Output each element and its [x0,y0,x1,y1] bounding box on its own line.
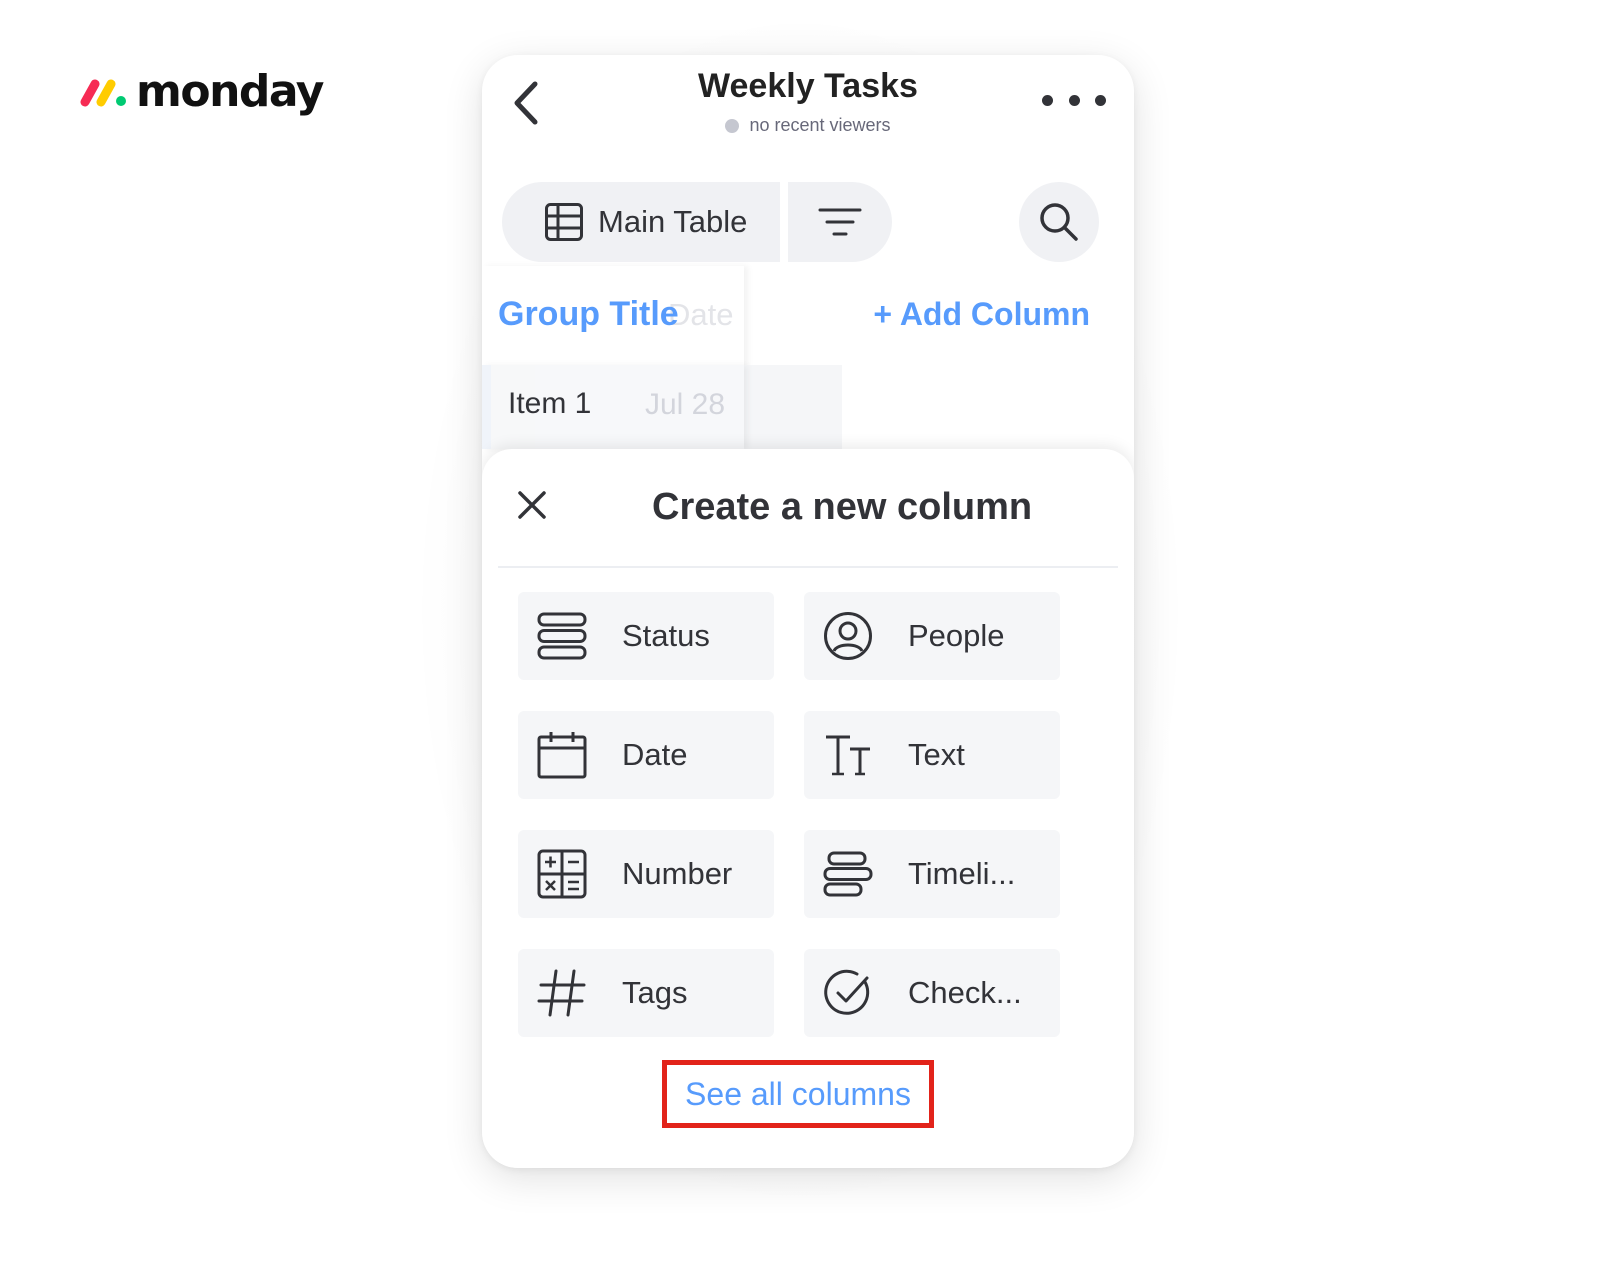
sheet-title: Create a new column [652,486,1033,528]
view-label: Main Table [598,204,748,239]
monday-logo: monday [80,64,324,120]
search-button[interactable] [1019,182,1099,262]
main-table-view-button[interactable]: Main Table [502,182,780,262]
hashtag-icon [537,969,586,1017]
create-column-sheet: Create a new column Status People Date T… [482,449,1134,1168]
close-icon [518,491,546,519]
item-date: Jul 28 [645,388,726,421]
column-type-number[interactable]: Number [518,830,774,918]
table-icon [545,203,583,241]
more-dots-icon [1095,94,1106,106]
see-all-columns-link[interactable]: See all columns [662,1060,934,1128]
more-dots-icon [1042,94,1053,106]
column-type-label: Timeli... [908,856,1016,891]
timeline-icon [823,851,873,897]
numbers-icon [537,849,587,899]
filter-button[interactable] [788,182,892,262]
status-icon [537,612,587,660]
more-dots-icon [1068,94,1080,106]
add-column-button[interactable]: + Add Column [873,296,1090,333]
table-row[interactable]: Item 1 Jul 28 [482,365,842,449]
column-type-checkbox[interactable]: Check... [804,949,1060,1037]
column-type-label: Date [622,737,688,772]
more-options-button[interactable] [1042,85,1106,115]
column-type-label: Number [622,856,733,891]
viewers-status: no recent viewers [482,115,1134,136]
filter-icon [818,208,862,236]
column-type-date[interactable]: Date [518,711,774,799]
column-type-label: Check... [908,975,1022,1010]
item-name: Item 1 [508,387,592,420]
sheet-divider [498,566,1118,568]
column-type-label: Status [622,618,710,653]
column-type-timeline[interactable]: Timeli... [804,830,1060,918]
logo-wordmark: monday [136,66,324,117]
phone-screen: Weekly Tasks no recent viewers Main Tabl… [482,55,1134,1168]
person-icon [824,612,872,660]
text-icon [826,735,870,776]
checkmark-icon [824,969,870,1015]
calendar-icon [537,732,587,779]
toolbar-divider [780,182,788,262]
column-type-people[interactable]: People [804,592,1060,680]
viewers-text: no recent viewers [749,115,891,135]
column-type-label: Tags [622,975,688,1010]
column-type-text[interactable]: Text [804,711,1060,799]
board-title: Weekly Tasks [698,67,918,105]
see-all-columns-label: See all columns [685,1075,911,1112]
column-type-label: Text [908,737,965,772]
view-switcher: Main Table [502,182,892,262]
search-icon [1040,203,1078,241]
close-button[interactable] [504,477,560,533]
column-type-status[interactable]: Status [518,592,774,680]
viewer-dot-icon [725,118,740,133]
group-title[interactable]: Group Title [498,295,679,334]
monday-logo-icon [80,79,126,107]
column-type-label: People [908,618,1005,653]
column-type-tags[interactable]: Tags [518,949,774,1037]
